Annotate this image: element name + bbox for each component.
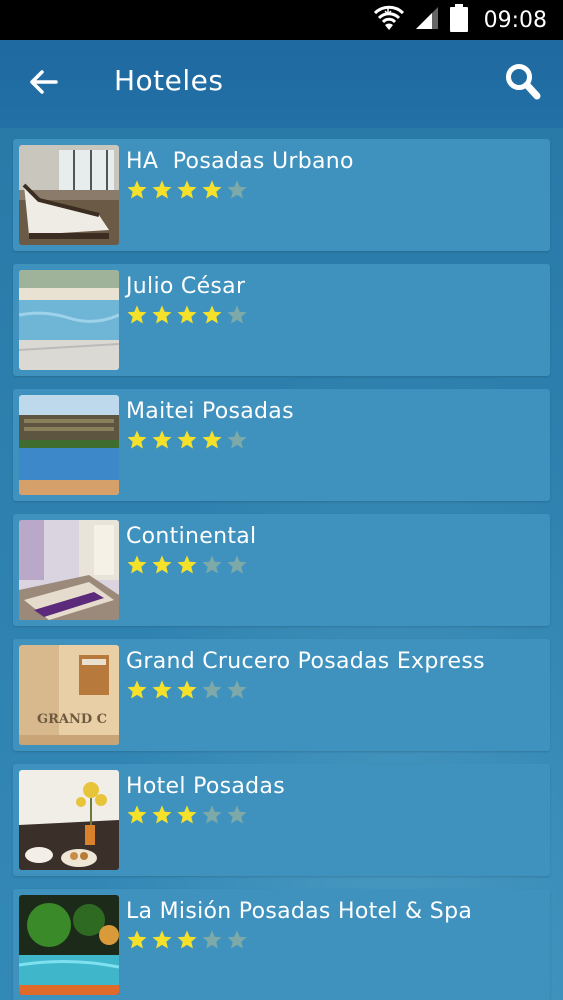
star-filled-icon [127, 680, 147, 699]
star-filled-icon [127, 555, 147, 574]
star-filled-icon [177, 305, 197, 324]
hotel-name: Grand Crucero Posadas Express [126, 649, 485, 674]
status-time: 09:08 [483, 7, 547, 33]
star-empty-icon [227, 180, 247, 199]
svg-text:GRAND C: GRAND C [37, 712, 107, 727]
star-empty-icon [227, 680, 247, 699]
star-filled-icon [127, 430, 147, 449]
star-filled-icon [152, 180, 172, 199]
star-filled-icon [177, 555, 197, 574]
star-empty-icon [227, 430, 247, 449]
hotel-thumbnail [19, 520, 119, 620]
star-empty-icon [202, 805, 222, 824]
hotel-name: La Misión Posadas Hotel & Spa [126, 899, 473, 924]
star-rating [126, 179, 248, 201]
star-filled-icon [127, 805, 147, 824]
battery-icon [449, 4, 468, 36]
star-empty-icon [227, 305, 247, 324]
star-rating [126, 804, 248, 826]
star-rating [126, 429, 248, 451]
star-filled-icon [152, 930, 172, 949]
page-title: Hoteles [114, 64, 224, 97]
hotel-list-item[interactable]: La Misión Posadas Hotel & Spa [13, 889, 550, 1000]
star-filled-icon [127, 930, 147, 949]
star-rating [126, 304, 248, 326]
hotel-thumbnail: GRAND C [19, 645, 119, 745]
hotel-thumbnail [19, 145, 119, 245]
star-filled-icon [127, 305, 147, 324]
star-empty-icon [202, 555, 222, 574]
hotel-thumbnail [19, 770, 119, 870]
hotel-thumbnail [19, 395, 119, 495]
star-filled-icon [152, 680, 172, 699]
star-filled-icon [202, 180, 222, 199]
star-empty-icon [227, 805, 247, 824]
hotel-name: HA Posadas Urbano [126, 149, 354, 174]
star-filled-icon [152, 430, 172, 449]
star-empty-icon [227, 555, 247, 574]
star-empty-icon [202, 680, 222, 699]
star-empty-icon [227, 930, 247, 949]
star-filled-icon [202, 305, 222, 324]
star-rating [126, 554, 248, 576]
star-rating [126, 679, 248, 701]
star-filled-icon [127, 180, 147, 199]
status-icons: 09:08 [373, 4, 547, 36]
star-filled-icon [177, 930, 197, 949]
star-filled-icon [177, 180, 197, 199]
signal-icon [414, 5, 440, 35]
hotel-list-item[interactable]: Maitei Posadas [13, 389, 550, 501]
star-filled-icon [177, 430, 197, 449]
hotel-list-item[interactable]: GRAND C Grand Crucero Posadas Express [13, 639, 550, 751]
app-bar: Hoteles [0, 40, 563, 128]
star-empty-icon [202, 930, 222, 949]
search-button[interactable] [501, 62, 545, 106]
star-filled-icon [177, 680, 197, 699]
star-filled-icon [202, 430, 222, 449]
search-icon [505, 63, 541, 105]
star-filled-icon [152, 805, 172, 824]
hotel-name: Hotel Posadas [126, 774, 285, 799]
wifi-icon [373, 4, 404, 36]
star-rating [126, 929, 248, 951]
hotel-thumbnail [19, 895, 119, 995]
hotel-list[interactable]: HA Posadas Urbano Julio César Maitei Pos… [0, 128, 563, 1000]
hotel-list-item[interactable]: HA Posadas Urbano [13, 139, 550, 251]
star-filled-icon [152, 305, 172, 324]
hotel-list-item[interactable]: Hotel Posadas [13, 764, 550, 876]
hotel-name: Continental [126, 524, 257, 549]
star-filled-icon [152, 555, 172, 574]
status-bar: 09:08 [0, 0, 563, 40]
arrow-left-icon [29, 68, 59, 100]
star-filled-icon [177, 805, 197, 824]
hotel-list-item[interactable]: Julio César [13, 264, 550, 376]
hotel-list-item[interactable]: Continental [13, 514, 550, 626]
back-button[interactable] [26, 66, 62, 102]
hotel-name: Julio César [126, 274, 246, 299]
hotel-thumbnail [19, 270, 119, 370]
hotel-name: Maitei Posadas [126, 399, 294, 424]
